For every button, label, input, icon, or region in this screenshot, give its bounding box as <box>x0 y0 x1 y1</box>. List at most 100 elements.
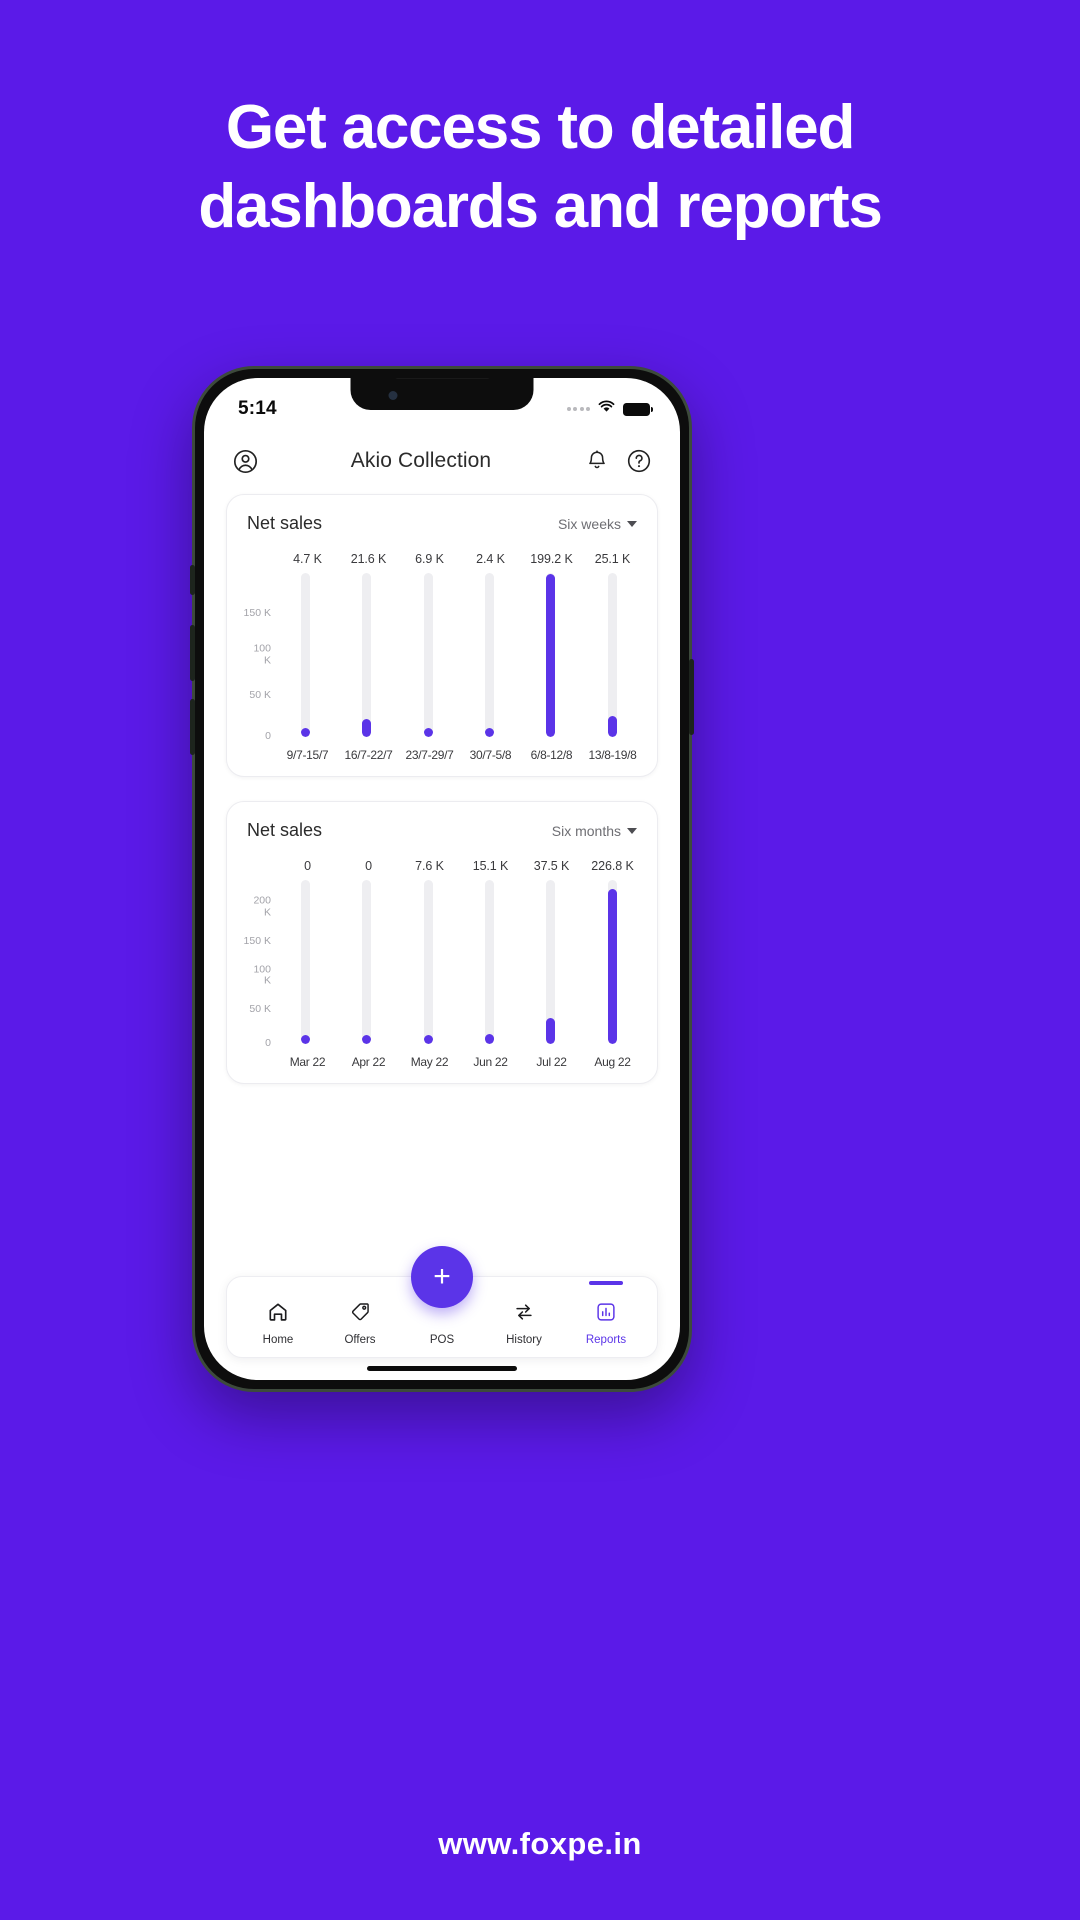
bar-column[interactable] <box>582 573 643 737</box>
range-dropdown[interactable]: Six weeks <box>558 516 637 532</box>
category-label: 13/8-19/8 <box>588 748 637 762</box>
signal-dots-icon <box>566 407 590 411</box>
bar-fill <box>301 1035 311 1044</box>
bar-fill <box>485 728 495 737</box>
nav-label: Home <box>262 1334 294 1346</box>
bell-icon[interactable] <box>582 446 612 476</box>
nav-item-home[interactable]: Home <box>237 1301 319 1346</box>
y-tick-label: 100 K <box>253 962 271 987</box>
range-dropdown-label: Six months <box>551 822 621 839</box>
chevron-down-icon <box>627 827 637 834</box>
account-circle-icon[interactable] <box>230 446 260 476</box>
bar-fill <box>301 728 311 737</box>
nav-item-pos[interactable]: POS <box>401 1302 483 1346</box>
bar-track <box>301 880 311 1044</box>
category-label: Mar 22 <box>289 1055 326 1069</box>
nav-item-offers[interactable]: Offers <box>319 1301 401 1346</box>
nav-item-reports[interactable]: Reports <box>565 1281 647 1346</box>
bar-track <box>362 880 372 1044</box>
bar-column[interactable] <box>520 573 581 737</box>
add-button[interactable]: + <box>411 1246 473 1308</box>
category-label: 9/7-15/7 <box>286 748 329 762</box>
bar-track <box>546 573 556 737</box>
bar-value-label: 37.5 K <box>533 859 570 873</box>
nav-label: POS <box>429 1334 455 1346</box>
bar-track <box>607 573 617 737</box>
card-header: Net sales Six months <box>241 820 643 841</box>
bar-track <box>423 880 433 1044</box>
phone-mockup: 5:14 Akio Collection Net sales Six weeks… <box>190 366 694 1392</box>
y-tick-label: 150 K <box>243 934 271 947</box>
card-title: Net sales <box>247 513 323 533</box>
range-dropdown-label: Six weeks <box>557 515 621 532</box>
net-sales-weeks-card: Net sales Six weeks 4.7 K 21.6 K 6.9 K 2.4 … <box>226 494 658 777</box>
y-tick-label: 50 K <box>249 1002 271 1015</box>
bar-column[interactable] <box>275 880 336 1044</box>
home-icon <box>267 1301 289 1328</box>
bar-column[interactable] <box>459 573 520 737</box>
bar-column[interactable] <box>582 880 643 1044</box>
category-label: Jun 22 <box>473 1055 508 1069</box>
y-tick-label: 50 K <box>249 689 271 702</box>
card-title: Net sales <box>247 820 323 840</box>
page-title: Akio Collection <box>350 449 492 472</box>
y-axis: 200 K 150 K 100 K 50 K 0 <box>241 880 275 1049</box>
wifi-icon <box>598 400 615 418</box>
card-header: Net sales Six weeks <box>241 513 643 534</box>
category-label: May 22 <box>410 1055 449 1069</box>
bar-fill <box>362 1035 372 1044</box>
plot-area: 150 K 100 K 50 K 0 <box>244 573 643 742</box>
bar-value-label: 7.6 K <box>415 859 444 873</box>
bar-track <box>301 573 311 737</box>
category-label: Aug 22 <box>594 1055 631 1069</box>
app-header-actions <box>582 446 654 476</box>
home-indicator <box>367 1366 517 1371</box>
bar-column[interactable] <box>336 573 397 737</box>
net-sales-months-card: Net sales Six months 0 0 7.6 K 15.1 K 37.5 K… <box>226 801 658 1084</box>
bar-track <box>607 880 617 1044</box>
bar-value-label: 15.1 K <box>472 859 509 873</box>
bar-value-label: 6.9 K <box>415 552 444 566</box>
y-tick-label: 200 K <box>253 894 271 919</box>
bar-track <box>485 880 495 1044</box>
category-label: Apr 22 <box>351 1055 386 1069</box>
help-circle-icon[interactable] <box>624 446 654 476</box>
bar-fill <box>546 573 556 737</box>
bar-chart-icon <box>595 1301 617 1328</box>
range-dropdown[interactable]: Six months <box>552 823 637 839</box>
power-button <box>689 659 694 735</box>
bar-column[interactable] <box>520 880 581 1044</box>
bar-column[interactable] <box>459 880 520 1044</box>
nav-label: Reports <box>585 1334 627 1346</box>
mute-switch <box>190 565 195 595</box>
bar-fill <box>423 1035 433 1044</box>
app-header: Akio Collection <box>204 434 680 490</box>
phone-screen: 5:14 Akio Collection Net sales Six weeks… <box>204 378 680 1380</box>
chart-weeks: 4.7 K 21.6 K 6.9 K 2.4 K 199.2 K 25.1 K 150 K… <box>241 552 643 762</box>
bar-value-label: 226.8 K <box>591 859 634 873</box>
y-tick-label: 100 K <box>253 642 271 666</box>
bar-column[interactable] <box>336 880 397 1044</box>
bars <box>275 573 643 737</box>
bar-fill <box>607 889 617 1044</box>
bar-fill <box>423 728 433 737</box>
bar-track <box>423 573 433 737</box>
chart-months: 0 0 7.6 K 15.1 K 37.5 K 226.8 K 200 K 150 K 100… <box>241 859 643 1069</box>
bar-column[interactable] <box>398 573 459 737</box>
footer-url: www.foxpe.in <box>438 1826 642 1861</box>
bar-value-label: 0 <box>304 859 311 873</box>
category-label: 6/8-12/8 <box>530 748 573 762</box>
bar-value-label: 21.6 K <box>350 552 387 566</box>
category-labels-row: Mar 22 Apr 22 May 22 Jun 22 Jul 22 Aug 22 <box>275 1055 643 1069</box>
bar-value-label: 4.7 K <box>293 552 322 566</box>
bars <box>275 880 643 1044</box>
battery-full-icon <box>623 402 653 416</box>
bar-column[interactable] <box>398 880 459 1044</box>
promo-headline: Get access to detailed dashboards and re… <box>198 93 883 242</box>
status-icons <box>566 400 653 418</box>
nav-item-history[interactable]: History <box>483 1301 565 1346</box>
bar-track <box>485 573 495 737</box>
bar-fill <box>607 716 617 737</box>
bar-column[interactable] <box>275 573 336 737</box>
bar-value-label: 25.1 K <box>594 552 631 566</box>
